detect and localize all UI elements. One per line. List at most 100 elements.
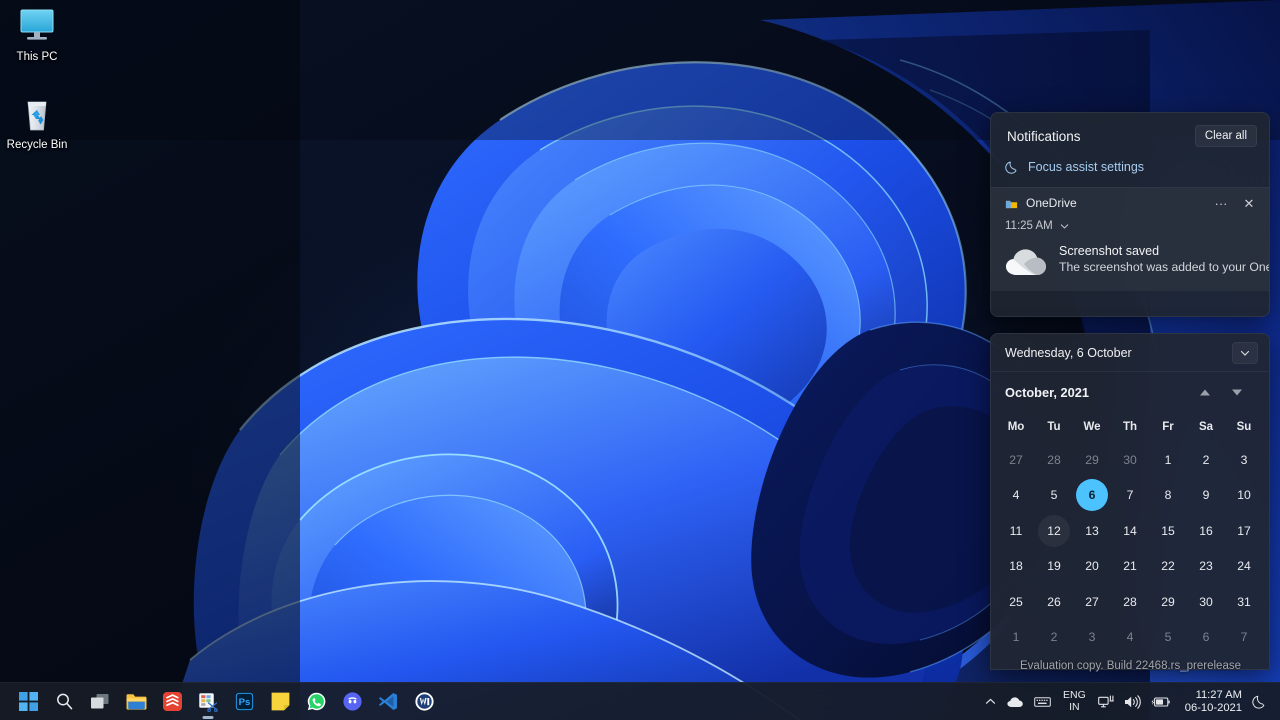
calendar-day-cell[interactable]: 24 [1225, 549, 1263, 585]
tray-language-indicator[interactable]: ENG IN [1056, 689, 1093, 713]
calendar-next-button[interactable] [1231, 388, 1243, 397]
taskbar-clock[interactable]: 11:27 AM 06-10-2021 [1175, 689, 1250, 715]
calendar-day-number: 14 [1123, 523, 1137, 538]
battery-charging-icon [1151, 696, 1170, 707]
focus-assist-settings-link[interactable]: Focus assist settings [991, 147, 1269, 174]
tray-keyboard-button[interactable] [1029, 686, 1056, 718]
tray-network-button[interactable] [1093, 686, 1119, 718]
calendar-day-cell[interactable]: 29 [1149, 584, 1187, 620]
calendar-day-cell[interactable]: 18 [997, 549, 1035, 585]
recycle-bin-icon [27, 101, 47, 131]
calendar-day-cell[interactable]: 6 [1073, 478, 1111, 514]
sticky-notes-button[interactable] [262, 684, 298, 720]
calendar-day-cell[interactable]: 13 [1073, 513, 1111, 549]
calendar-day-cell[interactable]: 30 [1111, 442, 1149, 478]
calendar-day-cell[interactable]: 4 [997, 478, 1035, 514]
desktop-icon-this-pc[interactable]: This PC [0, 6, 74, 64]
calendar-day-cell[interactable]: 10 [1225, 478, 1263, 514]
calendar-day-cell[interactable]: 28 [1035, 442, 1073, 478]
calendar-day-cell[interactable]: 11 [997, 513, 1035, 549]
calendar-day-cell[interactable]: 30 [1187, 584, 1225, 620]
clear-all-button[interactable]: Clear all [1194, 125, 1257, 147]
calendar-prev-button[interactable] [1199, 388, 1211, 397]
onedrive-cloud-icon [1006, 249, 1046, 275]
calendar-day-cell[interactable]: 5 [1149, 620, 1187, 656]
calendar-collapse-button[interactable] [1232, 341, 1258, 364]
calendar-day-cell[interactable]: 21 [1111, 549, 1149, 585]
calendar-day-cell[interactable]: 4 [1111, 620, 1149, 656]
calendar-day-cell[interactable]: 15 [1149, 513, 1187, 549]
calendar-day-number: 17 [1237, 523, 1251, 538]
calendar-day-cell[interactable]: 7 [1111, 478, 1149, 514]
tray-focus-assist-button[interactable] [1250, 694, 1274, 709]
calendar-day-number: 5 [1164, 630, 1172, 645]
onedrive-cloud-icon [1007, 696, 1023, 707]
todoist-button[interactable] [154, 684, 190, 720]
snipping-tool-button[interactable] [190, 684, 226, 720]
task-view-button[interactable] [82, 684, 118, 720]
tray-language-line1: ENG [1063, 689, 1086, 701]
calendar-flyout-panel: Wednesday, 6 October October, 2021 Mo Tu… [990, 333, 1270, 670]
calendar-day-number: 15 [1161, 523, 1175, 538]
search-button[interactable] [46, 684, 82, 720]
file-explorer-button[interactable] [118, 684, 154, 720]
calendar-day-number: 9 [1202, 488, 1210, 503]
calendar-day-cell[interactable]: 27 [1073, 584, 1111, 620]
tray-overflow-button[interactable] [979, 686, 1002, 718]
calendar-day-cell[interactable]: 29 [1073, 442, 1111, 478]
notification-center-panel: Notifications Clear all Focus assist set… [990, 112, 1270, 317]
calendar-day-cell[interactable]: 7 [1225, 620, 1263, 656]
wondershare-button[interactable] [406, 684, 442, 720]
whatsapp-button[interactable] [298, 684, 334, 720]
calendar-day-number: 7 [1126, 488, 1134, 503]
photoshop-button[interactable]: Ps [226, 684, 262, 720]
vscode-button[interactable] [370, 684, 406, 720]
tray-language-line2: IN [1069, 700, 1080, 713]
calendar-weekday-header: Sa [1198, 421, 1214, 433]
calendar-day-cell[interactable]: 12 [1035, 513, 1073, 549]
calendar-day-cell[interactable]: 9 [1187, 478, 1225, 514]
notifications-title: Notifications [1007, 128, 1081, 144]
calendar-day-cell[interactable]: 20 [1073, 549, 1111, 585]
notification-toast[interactable]: Screenshot saved The screenshot was adde… [991, 238, 1269, 291]
calendar-day-cell[interactable]: 25 [997, 584, 1035, 620]
calendar-day-cell[interactable]: 3 [1225, 442, 1263, 478]
chevron-down-icon [1240, 350, 1250, 356]
calendar-day-cell[interactable]: 3 [1073, 620, 1111, 656]
system-tray: ENG IN 11:27 AM 06-10-2021 [979, 683, 1280, 720]
start-button[interactable] [10, 684, 46, 720]
calendar-day-number: 11 [1009, 523, 1023, 538]
desktop-icon-recycle-bin[interactable]: Recycle Bin [0, 94, 74, 152]
calendar-day-cell[interactable]: 28 [1111, 584, 1149, 620]
calendar-day-cell[interactable]: 2 [1187, 442, 1225, 478]
discord-button[interactable] [334, 684, 370, 720]
calendar-day-cell[interactable]: 14 [1111, 513, 1149, 549]
tray-volume-button[interactable] [1119, 686, 1146, 718]
calendar-day-cell[interactable]: 1 [997, 620, 1035, 656]
calendar-day-number: 18 [1009, 559, 1023, 574]
calendar-day-cell[interactable]: 23 [1187, 549, 1225, 585]
notification-close-button[interactable]: ✕ [1239, 197, 1259, 210]
calendar-day-cell[interactable]: 17 [1225, 513, 1263, 549]
notification-timestamp-row[interactable]: 11:25 AM [991, 216, 1269, 238]
calendar-day-cell[interactable]: 8 [1149, 478, 1187, 514]
calendar-day-cell[interactable]: 6 [1187, 620, 1225, 656]
calendar-day-cell[interactable]: 19 [1035, 549, 1073, 585]
calendar-day-number: 29 [1085, 452, 1099, 467]
calendar-day-cell[interactable]: 1 [1149, 442, 1187, 478]
tray-onedrive-button[interactable] [1002, 686, 1029, 718]
calendar-day-cell[interactable]: 2 [1035, 620, 1073, 656]
calendar-day-cell[interactable]: 31 [1225, 584, 1263, 620]
notification-more-button[interactable]: ··· [1211, 197, 1231, 210]
calendar-day-cell[interactable]: 26 [1035, 584, 1073, 620]
calendar-month-label: October, 2021 [1005, 385, 1089, 400]
taskbar-app-group: Ps [0, 684, 442, 720]
calendar-day-number: 5 [1050, 488, 1058, 503]
calendar-day-cell[interactable]: 22 [1149, 549, 1187, 585]
calendar-day-cell[interactable]: 16 [1187, 513, 1225, 549]
calendar-day-cell[interactable]: 27 [997, 442, 1035, 478]
tray-battery-button[interactable] [1146, 686, 1175, 718]
calendar-day-cell[interactable]: 5 [1035, 478, 1073, 514]
caret-down-icon [1232, 389, 1242, 396]
calendar-weekday-header: Fr [1162, 421, 1174, 433]
